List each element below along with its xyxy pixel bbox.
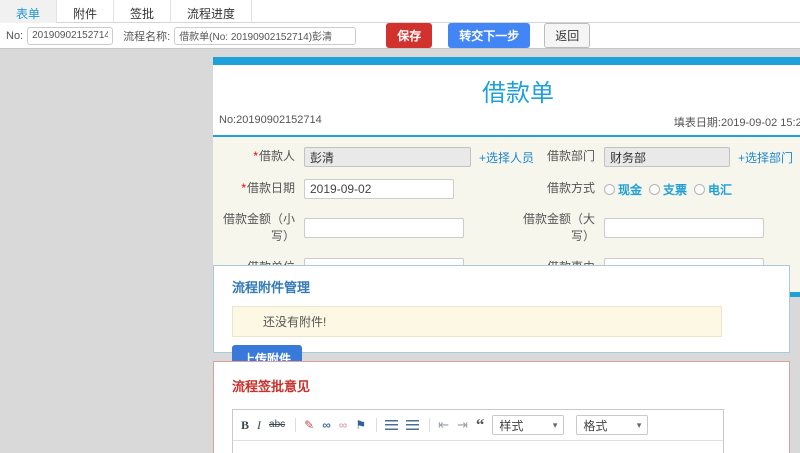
format-dropdown[interactable]: 格式 ▾: [576, 415, 649, 435]
toolbar-separator: [295, 418, 297, 432]
radio-wire-label[interactable]: 电汇: [708, 181, 732, 198]
radio-check[interactable]: [649, 183, 661, 195]
save-button[interactable]: 保存: [386, 23, 433, 48]
amount-small-label: 借款金额（小写）: [222, 212, 295, 244]
radio-wire[interactable]: [694, 183, 706, 195]
strikethrough-icon[interactable]: abc: [269, 418, 285, 432]
approval-title: 流程签批意见: [232, 379, 311, 394]
form-no-text: No:20190902152714: [219, 114, 322, 126]
toolbar-separator: [429, 418, 431, 432]
remove-format-icon[interactable]: ✎: [304, 418, 314, 432]
no-attachments-alert: 还没有附件!: [232, 306, 722, 337]
form-meta-row: No:20190902152714 填表日期:2019-09-02 15:27:…: [213, 110, 800, 135]
editor-toolbar: B I abc ✎ ∞ ∞ ⚑ ⇤ ⇥ “ 样式 ▾ 格式 ▾: [233, 410, 723, 441]
styles-dropdown[interactable]: 样式 ▾: [492, 415, 565, 435]
styles-dropdown-label: 样式: [499, 418, 524, 433]
tab-progress[interactable]: 流程进度: [171, 0, 253, 23]
borrower-input[interactable]: [304, 147, 471, 167]
loan-date-input[interactable]: [304, 179, 454, 199]
radio-check-label[interactable]: 支票: [663, 181, 687, 198]
form-title: 借款单: [482, 80, 554, 107]
toolbar-separator: [376, 418, 378, 432]
unlink-icon[interactable]: ∞: [339, 418, 348, 432]
approval-panel: 流程签批意见 B I abc ✎ ∞ ∞ ⚑ ⇤ ⇥ “ 样式 ▾ 格式 ▾: [213, 361, 790, 453]
pay-method-field: 借款方式 现金 支票 电汇: [513, 173, 800, 205]
amount-small-input[interactable]: [304, 218, 464, 239]
radio-cash[interactable]: [604, 183, 615, 195]
department-input[interactable]: [604, 147, 730, 167]
process-name-input[interactable]: [174, 26, 357, 45]
amount-big-input[interactable]: [604, 218, 764, 239]
editor-content[interactable]: [233, 441, 723, 453]
indent-icon[interactable]: ⇥: [457, 418, 468, 432]
amount-big-label: 借款金额（大写）: [522, 212, 595, 244]
borrower-field: *借款人 +选择人员: [213, 141, 534, 173]
no-label: No:: [6, 29, 24, 42]
blockquote-icon[interactable]: “: [476, 416, 485, 433]
no-input[interactable]: [27, 26, 114, 45]
tab-attachment[interactable]: 附件: [57, 0, 115, 23]
bold-icon[interactable]: B: [241, 418, 249, 432]
bulleted-list-icon[interactable]: [406, 420, 420, 430]
radio-cash-label[interactable]: 现金: [618, 181, 642, 198]
tab-form[interactable]: 表单: [0, 0, 58, 23]
required-mark: *: [253, 149, 258, 164]
chevron-down-icon: ▾: [636, 419, 642, 430]
pay-method-label: 借款方式: [546, 181, 595, 196]
forward-next-step-button[interactable]: 转交下一步: [448, 23, 531, 48]
anchor-icon[interactable]: ⚑: [355, 418, 366, 432]
form-date-text: 填表日期:2019-09-02 15:27:1: [673, 117, 800, 129]
process-name-label: 流程名称:: [123, 30, 171, 43]
attachments-panel: 流程附件管理 还没有附件! 上传附件: [213, 265, 790, 372]
borrower-label: *借款人: [253, 149, 295, 164]
format-dropdown-label: 格式: [583, 418, 608, 433]
loan-date-field: *借款日期: [213, 173, 513, 205]
italic-icon[interactable]: I: [257, 418, 261, 432]
attachments-title: 流程附件管理: [232, 280, 311, 295]
pay-method-options: 现金 支票 电汇: [604, 181, 739, 198]
back-button[interactable]: 返回: [544, 23, 591, 48]
department-label: 借款部门: [546, 149, 595, 164]
tab-bar: 表单 附件 签批 流程进度: [0, 0, 800, 23]
chevron-down-icon: ▾: [552, 419, 558, 430]
select-department-link[interactable]: +选择部门: [738, 149, 793, 166]
required-mark: *: [241, 181, 246, 196]
amount-small-field: 借款金额（小写）: [213, 205, 513, 252]
amount-big-field: 借款金额（大写）: [513, 205, 800, 252]
panel-top-bar: [213, 57, 800, 65]
department-field: 借款部门 +选择部门: [513, 141, 800, 173]
loan-form-panel: 借款单 No:20190902152714 填表日期:2019-09-02 15…: [213, 57, 800, 297]
outdent-icon[interactable]: ⇤: [438, 418, 449, 432]
link-icon[interactable]: ∞: [322, 418, 331, 432]
ordered-list-icon[interactable]: [385, 420, 399, 430]
rich-text-editor: B I abc ✎ ∞ ∞ ⚑ ⇤ ⇥ “ 样式 ▾ 格式 ▾: [232, 409, 724, 453]
tab-approval[interactable]: 签批: [114, 0, 172, 23]
loan-date-label: *借款日期: [241, 181, 295, 196]
command-bar: No: 流程名称: 保存 转交下一步 返回: [0, 23, 800, 49]
